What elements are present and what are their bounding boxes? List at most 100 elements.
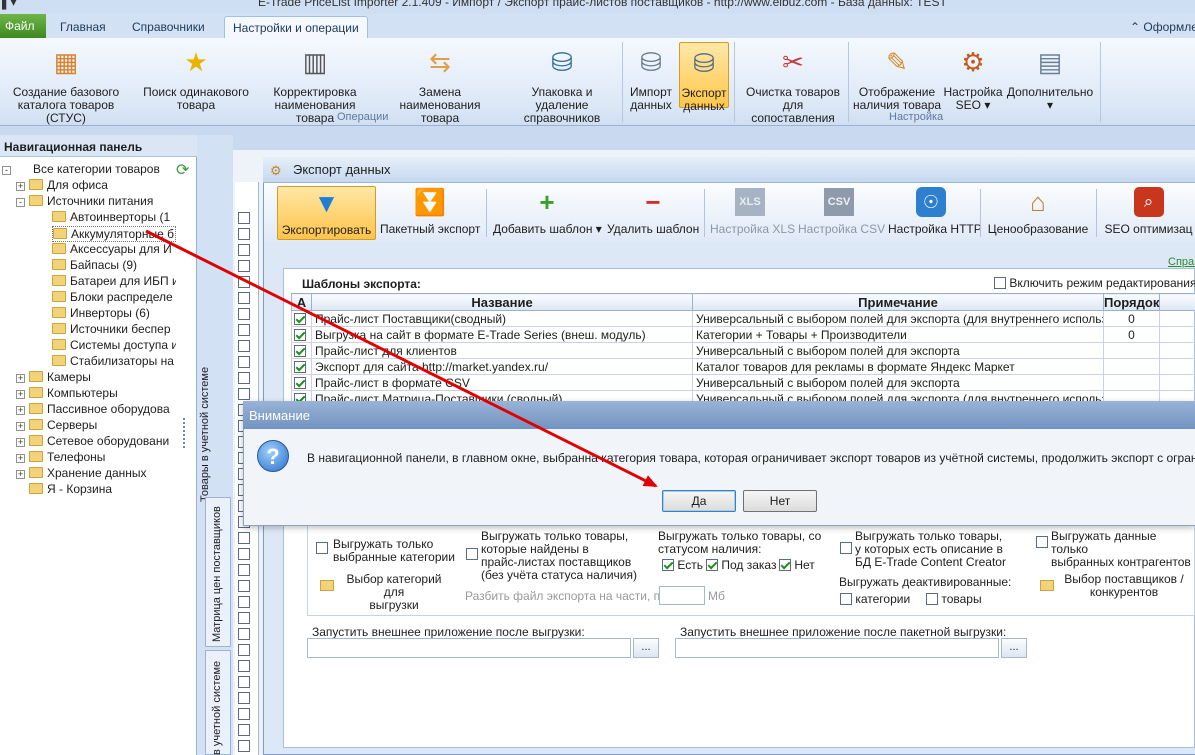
xls-settings-button[interactable]: XLS Настройка XLS [710, 186, 795, 240]
active-checkbox[interactable] [294, 312, 306, 325]
additional-button[interactable]: ▤ Дополнительно ▾ [1006, 44, 1094, 112]
tree-item[interactable]: + Пассивное оборудова [16, 402, 176, 418]
grid-row-checkbox[interactable] [238, 372, 250, 384]
selected-contractors-checkbox[interactable] [1036, 536, 1048, 548]
deact-categories-checkbox[interactable] [840, 593, 852, 605]
grid-row-checkbox[interactable] [238, 740, 250, 752]
expand-icon[interactable]: + [16, 454, 25, 463]
expand-icon[interactable]: + [16, 422, 25, 431]
grid-row-checkbox[interactable] [238, 292, 250, 304]
table-row[interactable]: Выгрузка на сайт в формате E-Trade Serie… [291, 326, 1195, 343]
expand-icon[interactable]: + [16, 390, 25, 399]
tree-item[interactable]: Блоки распределе [52, 290, 176, 306]
tree-item[interactable]: - Все категории товаров [2, 162, 176, 178]
grid-row-checkbox[interactable] [238, 596, 250, 608]
tree-item[interactable]: Аксессуары для И [52, 242, 176, 258]
table-row[interactable]: Прайс-лист Поставщики(сводный) Универсаль… [291, 310, 1195, 327]
grid-row-checkbox[interactable] [238, 324, 250, 336]
tab-goods-in-accounting[interactable]: Товары в учетной системе [199, 362, 211, 502]
grid-row-checkbox[interactable] [238, 564, 250, 576]
tree-item[interactable]: - Источники питания [16, 194, 176, 210]
tree-item[interactable]: Источники беспер [52, 322, 176, 338]
export-data-button[interactable]: ⛁ Экспорт данных [679, 42, 729, 113]
batch-export-button[interactable]: ⏬ Пакетный экспорт [380, 186, 480, 240]
tree-item[interactable]: + Для офиса [16, 178, 176, 194]
active-checkbox-cell[interactable] [291, 326, 312, 343]
tree-item[interactable]: + Серверы [16, 418, 176, 434]
csv-settings-button[interactable]: CSV Настройка CSV [798, 186, 885, 240]
collapse-icon[interactable]: - [2, 166, 11, 175]
tree-item[interactable]: + Камеры [16, 370, 176, 386]
tree-item[interactable]: Стабилизаторы на [52, 354, 176, 370]
tree-item[interactable]: Автоинверторы (1 [52, 210, 176, 226]
select-suppliers-link[interactable]: Выбор поставщиков / конкурентов [1040, 573, 1190, 599]
delete-template-button[interactable]: − Удалить шаблон [607, 186, 699, 240]
expand-icon[interactable]: + [16, 182, 25, 191]
selected-contractors-option[interactable]: Выгружать данные только выбранных контра… [1036, 530, 1195, 569]
column-header-name[interactable]: Название [311, 293, 693, 311]
export-button[interactable]: ▼ Экспортировать [277, 186, 376, 240]
grid-row-checkbox[interactable] [238, 388, 250, 400]
active-checkbox[interactable] [294, 360, 306, 373]
active-checkbox-cell[interactable] [291, 310, 312, 327]
tree-item[interactable]: + Компьютеры [16, 386, 176, 402]
active-checkbox[interactable] [294, 328, 306, 341]
grid-row-checkbox[interactable] [238, 276, 250, 288]
style-menu[interactable]: ⌃ Оформле [1122, 16, 1195, 38]
edit-mode-checkbox[interactable] [994, 277, 1006, 289]
expand-icon[interactable]: + [16, 374, 25, 383]
active-checkbox-cell[interactable] [291, 358, 312, 375]
grid-row-checkbox[interactable] [238, 676, 250, 688]
grid-row-checkbox[interactable] [238, 612, 250, 624]
run-after-export-input[interactable] [307, 638, 631, 658]
grid-row-checkbox[interactable] [238, 340, 250, 352]
grid-row-checkbox[interactable] [238, 548, 250, 560]
grid-row-checkbox[interactable] [238, 212, 250, 224]
grid-row-checkbox[interactable] [238, 532, 250, 544]
grid-row-checkbox[interactable] [238, 228, 250, 240]
http-settings-button[interactable]: ☉ Настройка HTTP [888, 186, 982, 240]
tab-settings-operations[interactable]: Настройки и операции [224, 16, 368, 38]
avail-no-checkbox[interactable] [779, 559, 791, 571]
seo-optimization-button[interactable]: ⌕ SEO оптимизац [1102, 186, 1195, 240]
edit-mode-toggle[interactable]: Включить режим редактирования [994, 276, 1195, 290]
tree-item[interactable]: Инверторы (6) [52, 306, 176, 322]
avail-yes-option[interactable]: Есть [662, 559, 703, 572]
only-selected-categories-checkbox[interactable] [316, 542, 328, 554]
no-button[interactable]: Нет [743, 490, 817, 512]
yes-button[interactable]: Да [662, 490, 736, 512]
table-row[interactable]: Экспорт для сайта http://market.yandex.r… [291, 358, 1195, 375]
add-template-button[interactable]: + Добавить шаблон ▾ [493, 186, 602, 240]
tab-goods-lower[interactable]: в учетной системе [205, 650, 231, 755]
with-description-checkbox[interactable] [840, 542, 852, 554]
run-after-export-browse[interactable]: ... [633, 638, 659, 658]
tree-item[interactable]: Системы доступа и [52, 338, 176, 354]
grid-row-checkbox[interactable] [238, 244, 250, 256]
grid-row-checkbox[interactable] [238, 708, 250, 720]
tab-file[interactable]: Файл [0, 14, 46, 38]
with-description-option[interactable]: Выгружать только товары, у которых есть … [840, 530, 1006, 569]
seo-settings-button[interactable]: ⚙ Настройка SEO ▾ [942, 44, 1004, 112]
grid-row-checkbox[interactable] [238, 580, 250, 592]
only-found-option[interactable]: Выгружать только товары, которые найдены… [466, 530, 637, 582]
tree-item[interactable]: Аккумуляторные б [52, 226, 176, 242]
help-link[interactable]: Справ [1168, 256, 1195, 268]
expand-icon[interactable]: + [16, 406, 25, 415]
expand-icon[interactable]: + [16, 470, 25, 479]
grid-row-checkbox[interactable] [238, 660, 250, 672]
deact-categories-option[interactable]: категории [840, 593, 910, 606]
pricing-button[interactable]: ⌂ Ценообразование [987, 186, 1089, 240]
only-selected-categories-option[interactable]: Выгружать только выбранные категории [316, 538, 455, 564]
refresh-icon[interactable]: ⟳ [176, 160, 189, 180]
table-row[interactable]: Прайс-лист для клиентов Универсальный с в… [291, 342, 1195, 359]
select-categories-link[interactable]: Выбор категорий для выгрузки [320, 573, 450, 612]
active-checkbox[interactable] [294, 344, 306, 357]
avail-yes-checkbox[interactable] [662, 559, 674, 571]
grid-row-checkbox[interactable] [238, 260, 250, 272]
tree-item[interactable]: + Сетевое оборудовани [16, 434, 176, 450]
tab-references[interactable]: Справочники [124, 16, 213, 38]
active-checkbox[interactable] [294, 376, 306, 389]
deact-goods-option[interactable]: товары [926, 593, 982, 606]
tree-item[interactable]: Батареи для ИБП и [52, 274, 176, 290]
pack-delete-references-button[interactable]: ⛁ Упаковка и удаление справочников [504, 44, 620, 125]
